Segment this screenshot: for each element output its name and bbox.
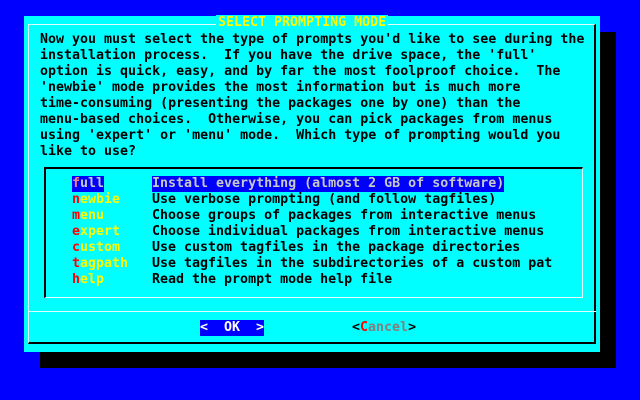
message-line: Now you must select the type of prompts …: [40, 32, 585, 47]
item-tag-rest: elp: [80, 272, 105, 287]
item-hotkey: n: [72, 192, 81, 207]
message-line: like to use?: [40, 144, 137, 159]
item-tag-rest: ull: [80, 176, 105, 191]
item-tag-rest: agpath: [80, 256, 129, 271]
item-description: Install everything (almost 2 GB of softw…: [152, 176, 505, 192]
item-tag: help: [72, 272, 104, 288]
cancel-bracket-right: >: [408, 320, 417, 335]
item-hotkey: h: [72, 272, 81, 287]
item-tag: menu: [72, 208, 104, 224]
cancel-label: ancel: [368, 320, 409, 335]
message-line: using 'expert' or 'menu' mode. Which typ…: [40, 128, 561, 143]
item-tag-rest: enu: [80, 208, 105, 223]
cancel-bracket-left: <: [352, 320, 361, 335]
item-hotkey: f: [72, 176, 81, 191]
item-hotkey: m: [72, 208, 81, 223]
item-tag: full: [72, 176, 105, 192]
mode-list: full Install everything (almost 2 GB of s…: [44, 167, 583, 298]
menu-item-help[interactable]: help Read the prompt mode help file: [46, 272, 582, 288]
item-tag-rest: ustom: [80, 240, 121, 255]
separator: [28, 311, 596, 312]
menu-item-full[interactable]: full Install everything (almost 2 GB of s…: [46, 176, 582, 192]
item-tag-rest: ewbie: [80, 192, 121, 207]
message-line: 'newbie' mode provides the most informat…: [40, 80, 521, 95]
item-hotkey: t: [72, 256, 81, 271]
menu-item-expert[interactable]: expert Choose individual packages from in…: [46, 224, 582, 240]
message-line: time-consuming (presenting the packages …: [40, 96, 521, 111]
item-tag: tagpath: [72, 256, 128, 272]
item-tag: newbie: [72, 192, 120, 208]
item-hotkey: e: [72, 224, 81, 239]
item-tag-rest: xpert: [80, 224, 121, 239]
dialog-title: SELECT PROMPTING MODE: [216, 15, 389, 31]
menu-item-menu[interactable]: menu Choose groups of packages from inter…: [46, 208, 582, 224]
message-line: option is quick, easy, and by far the mo…: [40, 64, 561, 79]
item-tag: custom: [72, 240, 120, 256]
cancel-hotkey: C: [360, 320, 369, 335]
item-description: Choose groups of packages from interacti…: [152, 208, 537, 223]
select-prompting-mode-dialog: SELECT PROMPTING MODE Now you must selec…: [24, 15, 600, 352]
message-line: menu-based choices. Otherwise, you can p…: [40, 112, 553, 127]
item-description: Use verbose prompting (and follow tagfil…: [152, 192, 497, 207]
ok-button[interactable]: < OK >: [200, 320, 265, 336]
item-description: Choose individual packages from interact…: [152, 224, 545, 239]
item-description: Use custom tagfiles in the package direc…: [152, 240, 521, 255]
item-description: Read the prompt mode help file: [152, 272, 393, 287]
item-hotkey: c: [72, 240, 81, 255]
menu-item-newbie[interactable]: newbie Use verbose prompting (and follow …: [46, 192, 582, 208]
item-description: Use tagfiles in the subdirectories of a …: [152, 256, 553, 271]
item-tag: expert: [72, 224, 120, 240]
message-line: installation process. If you have the dr…: [40, 48, 537, 63]
cancel-button[interactable]: <Cancel>: [352, 320, 416, 336]
menu-item-tagpath[interactable]: tagpath Use tagfiles in the subdirectorie…: [46, 256, 582, 272]
menu-item-custom[interactable]: custom Use custom tagfiles in the package…: [46, 240, 582, 256]
